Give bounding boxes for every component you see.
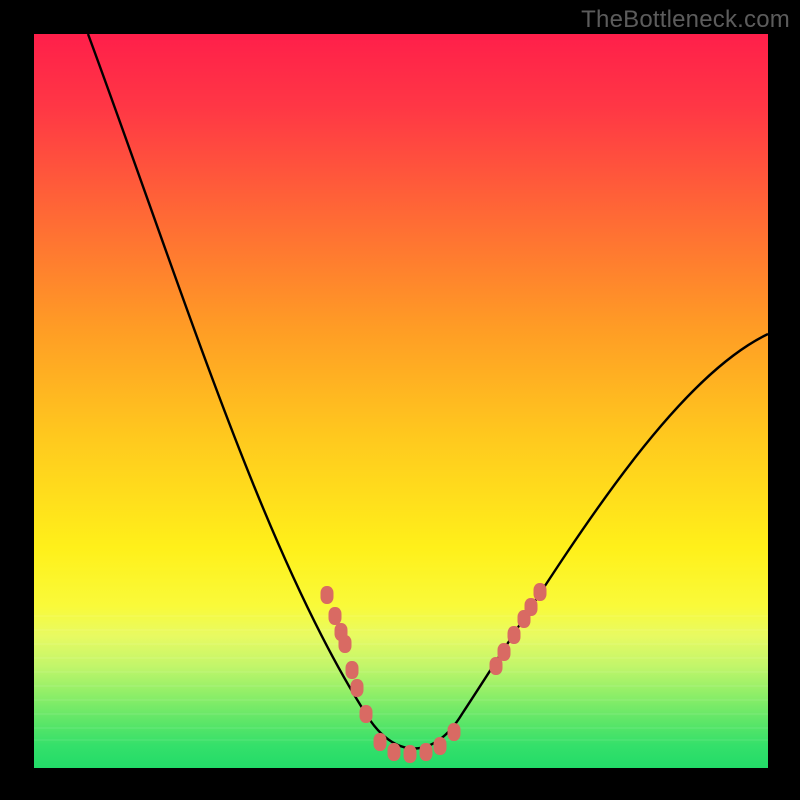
data-marker [498, 643, 511, 661]
data-marker [339, 635, 352, 653]
plot-area [34, 34, 768, 768]
data-marker [388, 743, 401, 761]
data-marker [321, 586, 334, 604]
data-marker [448, 723, 461, 741]
data-marker [404, 745, 417, 763]
data-marker [346, 661, 359, 679]
data-marker [534, 583, 547, 601]
data-marker [329, 607, 342, 625]
data-marker [360, 705, 373, 723]
data-marker [351, 679, 364, 697]
data-marker [525, 598, 538, 616]
chart-svg [34, 34, 768, 768]
data-marker [374, 733, 387, 751]
data-marker [508, 626, 521, 644]
chart-frame: TheBottleneck.com [0, 0, 800, 800]
data-marker [434, 737, 447, 755]
watermark-text: TheBottleneck.com [581, 6, 790, 34]
data-marker [420, 743, 433, 761]
